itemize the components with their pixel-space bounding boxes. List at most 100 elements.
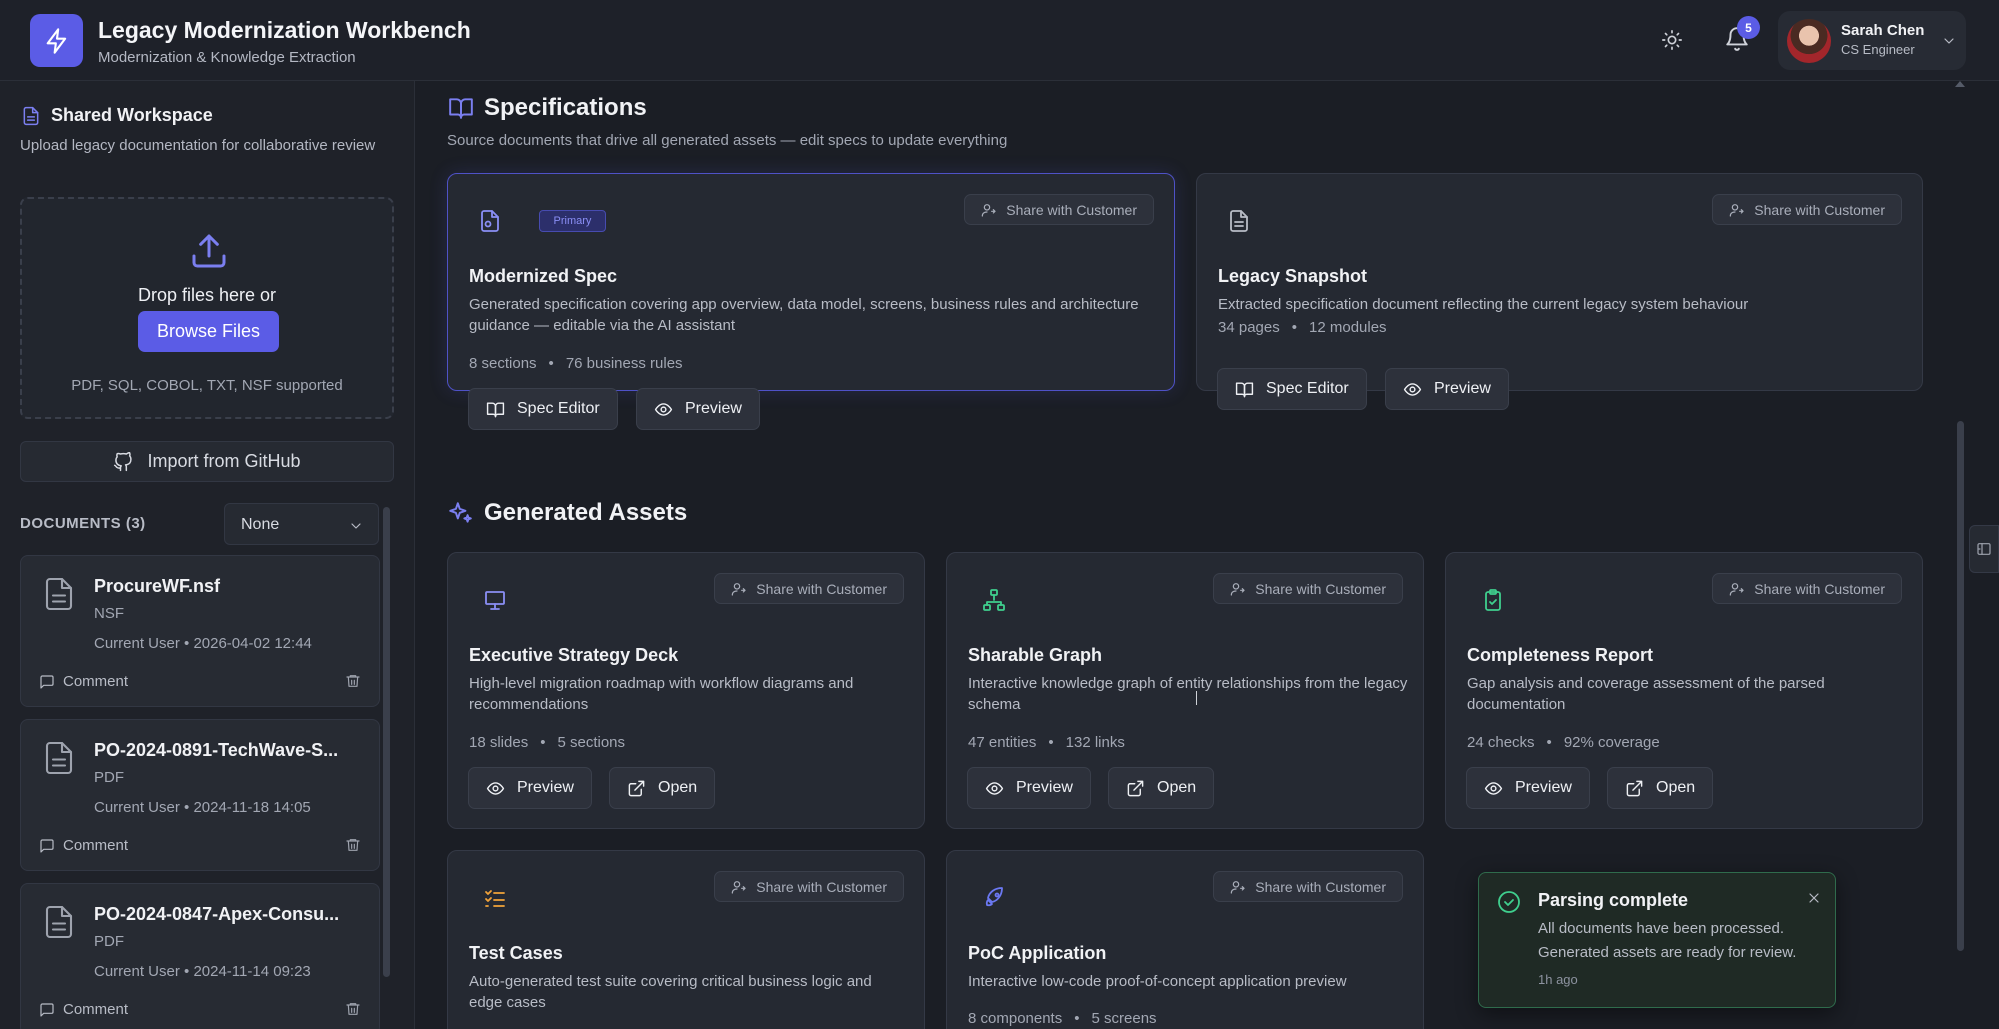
trash-icon[interactable] xyxy=(345,837,361,853)
preview-button[interactable]: Preview xyxy=(468,767,592,809)
completeness-report-card[interactable]: Share with Customer Completeness Report … xyxy=(1445,552,1923,829)
sharable-graph-card[interactable]: Share with Customer Sharable Graph Inter… xyxy=(946,552,1424,829)
comment-label: Comment xyxy=(63,1001,129,1018)
card-stats: 24 checks • 92% coverage xyxy=(1467,734,1660,751)
preview-label: Preview xyxy=(685,400,742,417)
book-icon xyxy=(448,95,474,121)
document-card[interactable]: ProcureWF.nsf NSF Current User • 2026-04… xyxy=(20,555,380,707)
card-title: Sharable Graph xyxy=(968,645,1103,665)
document-card[interactable]: PO-2024-0891-TechWave-S... PDF Current U… xyxy=(20,719,380,871)
preview-button[interactable]: Preview xyxy=(1385,368,1509,410)
stat-screens: 5 screens xyxy=(1091,1010,1157,1027)
stat-sections: 5 sections xyxy=(557,734,626,751)
document-meta: Current User • 2026-04-02 12:44 xyxy=(94,635,312,652)
browse-files-button[interactable]: Browse Files xyxy=(138,311,279,352)
share-with-customer-button[interactable]: Share with Customer xyxy=(714,871,904,902)
share-user-icon xyxy=(731,879,747,895)
bolt-icon[interactable] xyxy=(30,14,83,67)
poc-application-card[interactable]: Share with Customer PoC Application Inte… xyxy=(946,850,1424,1029)
card-desc: Interactive knowledge graph of entity re… xyxy=(968,675,1408,713)
share-user-icon xyxy=(1230,581,1246,597)
stat-links: 132 links xyxy=(1065,734,1125,751)
documents-label: DOCUMENTS (3) xyxy=(20,515,146,532)
stat-modules: 12 modules xyxy=(1309,319,1387,336)
share-with-customer-button[interactable]: Share with Customer xyxy=(714,573,904,604)
scroll-up-arrow[interactable] xyxy=(1955,81,1965,87)
card-stats: 18 slides • 5 sections xyxy=(469,734,626,751)
comment-button[interactable]: Comment xyxy=(39,837,128,854)
test-cases-card[interactable]: Share with Customer Test Cases Auto-gene… xyxy=(447,850,925,1029)
legacy-snapshot-card[interactable]: Share with Customer Legacy Snapshot Extr… xyxy=(1196,173,1923,391)
panel-icon[interactable] xyxy=(1969,525,1999,573)
comment-button[interactable]: Comment xyxy=(39,1001,128,1018)
sort-select[interactable]: None xyxy=(224,503,379,545)
trash-icon[interactable] xyxy=(345,673,361,689)
external-link-icon xyxy=(1126,779,1145,798)
stat-coverage: 92% coverage xyxy=(1563,734,1660,751)
book-icon xyxy=(486,400,505,419)
file-dropzone[interactable]: Drop files here or Browse Files PDF, SQL… xyxy=(20,197,394,419)
share-with-customer-button[interactable]: Share with Customer xyxy=(1213,573,1403,604)
trash-icon[interactable] xyxy=(345,1001,361,1017)
preview-label: Preview xyxy=(517,779,574,796)
document-card[interactable]: PO-2024-0847-Apex-Consu... PDF Current U… xyxy=(20,883,380,1029)
import-github-label: Import from GitHub xyxy=(147,451,301,471)
file-icon xyxy=(1227,208,1251,234)
user-name: Sarah Chen xyxy=(1841,22,1925,39)
user-menu[interactable]: Sarah Chen CS Engineer xyxy=(1778,11,1966,70)
stat-rules: 76 business rules xyxy=(565,355,683,372)
share-with-customer-button[interactable]: Share with Customer xyxy=(964,194,1154,225)
card-desc: High-level migration roadmap with workfl… xyxy=(469,675,854,713)
card-title: PoC Application xyxy=(968,943,1107,963)
card-stats: 34 pages • 12 modules xyxy=(1218,319,1387,336)
close-icon[interactable] xyxy=(1806,890,1822,906)
workspace-desc: Upload legacy documentation for collabor… xyxy=(20,137,376,154)
upload-icon xyxy=(189,231,229,271)
main-scrollbar[interactable] xyxy=(1957,421,1964,951)
comment-label: Comment xyxy=(63,837,129,854)
toast-time: 1h ago xyxy=(1538,972,1578,987)
open-button[interactable]: Open xyxy=(609,767,716,809)
sort-select-value: None xyxy=(241,516,280,533)
open-button[interactable]: Open xyxy=(1108,767,1215,809)
open-label: Open xyxy=(658,779,698,796)
spec-editor-button[interactable]: Spec Editor xyxy=(1217,368,1367,410)
chevron-down-icon xyxy=(1941,33,1957,49)
open-button[interactable]: Open xyxy=(1607,767,1714,809)
sun-icon[interactable] xyxy=(1661,29,1683,51)
preview-button[interactable]: Preview xyxy=(967,767,1091,809)
import-github-button[interactable]: Import from GitHub xyxy=(20,441,394,482)
eye-icon xyxy=(654,400,673,419)
user-role: CS Engineer xyxy=(1841,42,1915,57)
executive-deck-card[interactable]: Share with Customer Executive Strategy D… xyxy=(447,552,925,829)
document-type: PDF xyxy=(94,769,124,786)
rocket-icon xyxy=(982,886,1006,910)
open-label: Open xyxy=(1157,779,1197,796)
document-meta: Current User • 2024-11-18 14:05 xyxy=(94,799,311,816)
comment-button[interactable]: Comment xyxy=(39,673,128,690)
workspace-title: Shared Workspace xyxy=(51,105,213,125)
avatar xyxy=(1787,19,1831,63)
comment-label: Comment xyxy=(63,673,129,690)
modernized-spec-card[interactable]: Primary Share with Customer Modernized S… xyxy=(447,173,1175,391)
share-with-customer-button[interactable]: Share with Customer xyxy=(1712,573,1902,604)
app-header: Legacy Modernization Workbench Moderniza… xyxy=(0,0,1999,81)
document-type: NSF xyxy=(94,605,124,622)
share-with-customer-button[interactable]: Share with Customer xyxy=(1213,871,1403,902)
sidebar-scrollbar[interactable] xyxy=(383,507,390,977)
preview-button[interactable]: Preview xyxy=(636,388,760,430)
spec-editor-label: Spec Editor xyxy=(517,400,600,417)
card-desc: Extracted specification document reflect… xyxy=(1218,296,1749,313)
document-name: ProcureWF.nsf xyxy=(94,576,221,596)
app-subtitle: Modernization & Knowledge Extraction xyxy=(98,49,356,66)
book-icon xyxy=(1235,380,1254,399)
preview-button[interactable]: Preview xyxy=(1466,767,1590,809)
preview-label: Preview xyxy=(1434,380,1491,397)
document-meta: Current User • 2024-11-14 09:23 xyxy=(94,963,311,980)
toast-title: Parsing complete xyxy=(1538,890,1689,910)
share-with-customer-button[interactable]: Share with Customer xyxy=(1712,194,1902,225)
network-icon xyxy=(982,588,1006,612)
text-cursor xyxy=(1196,691,1198,705)
spec-editor-button[interactable]: Spec Editor xyxy=(468,388,618,430)
chevron-down-icon xyxy=(348,518,364,534)
